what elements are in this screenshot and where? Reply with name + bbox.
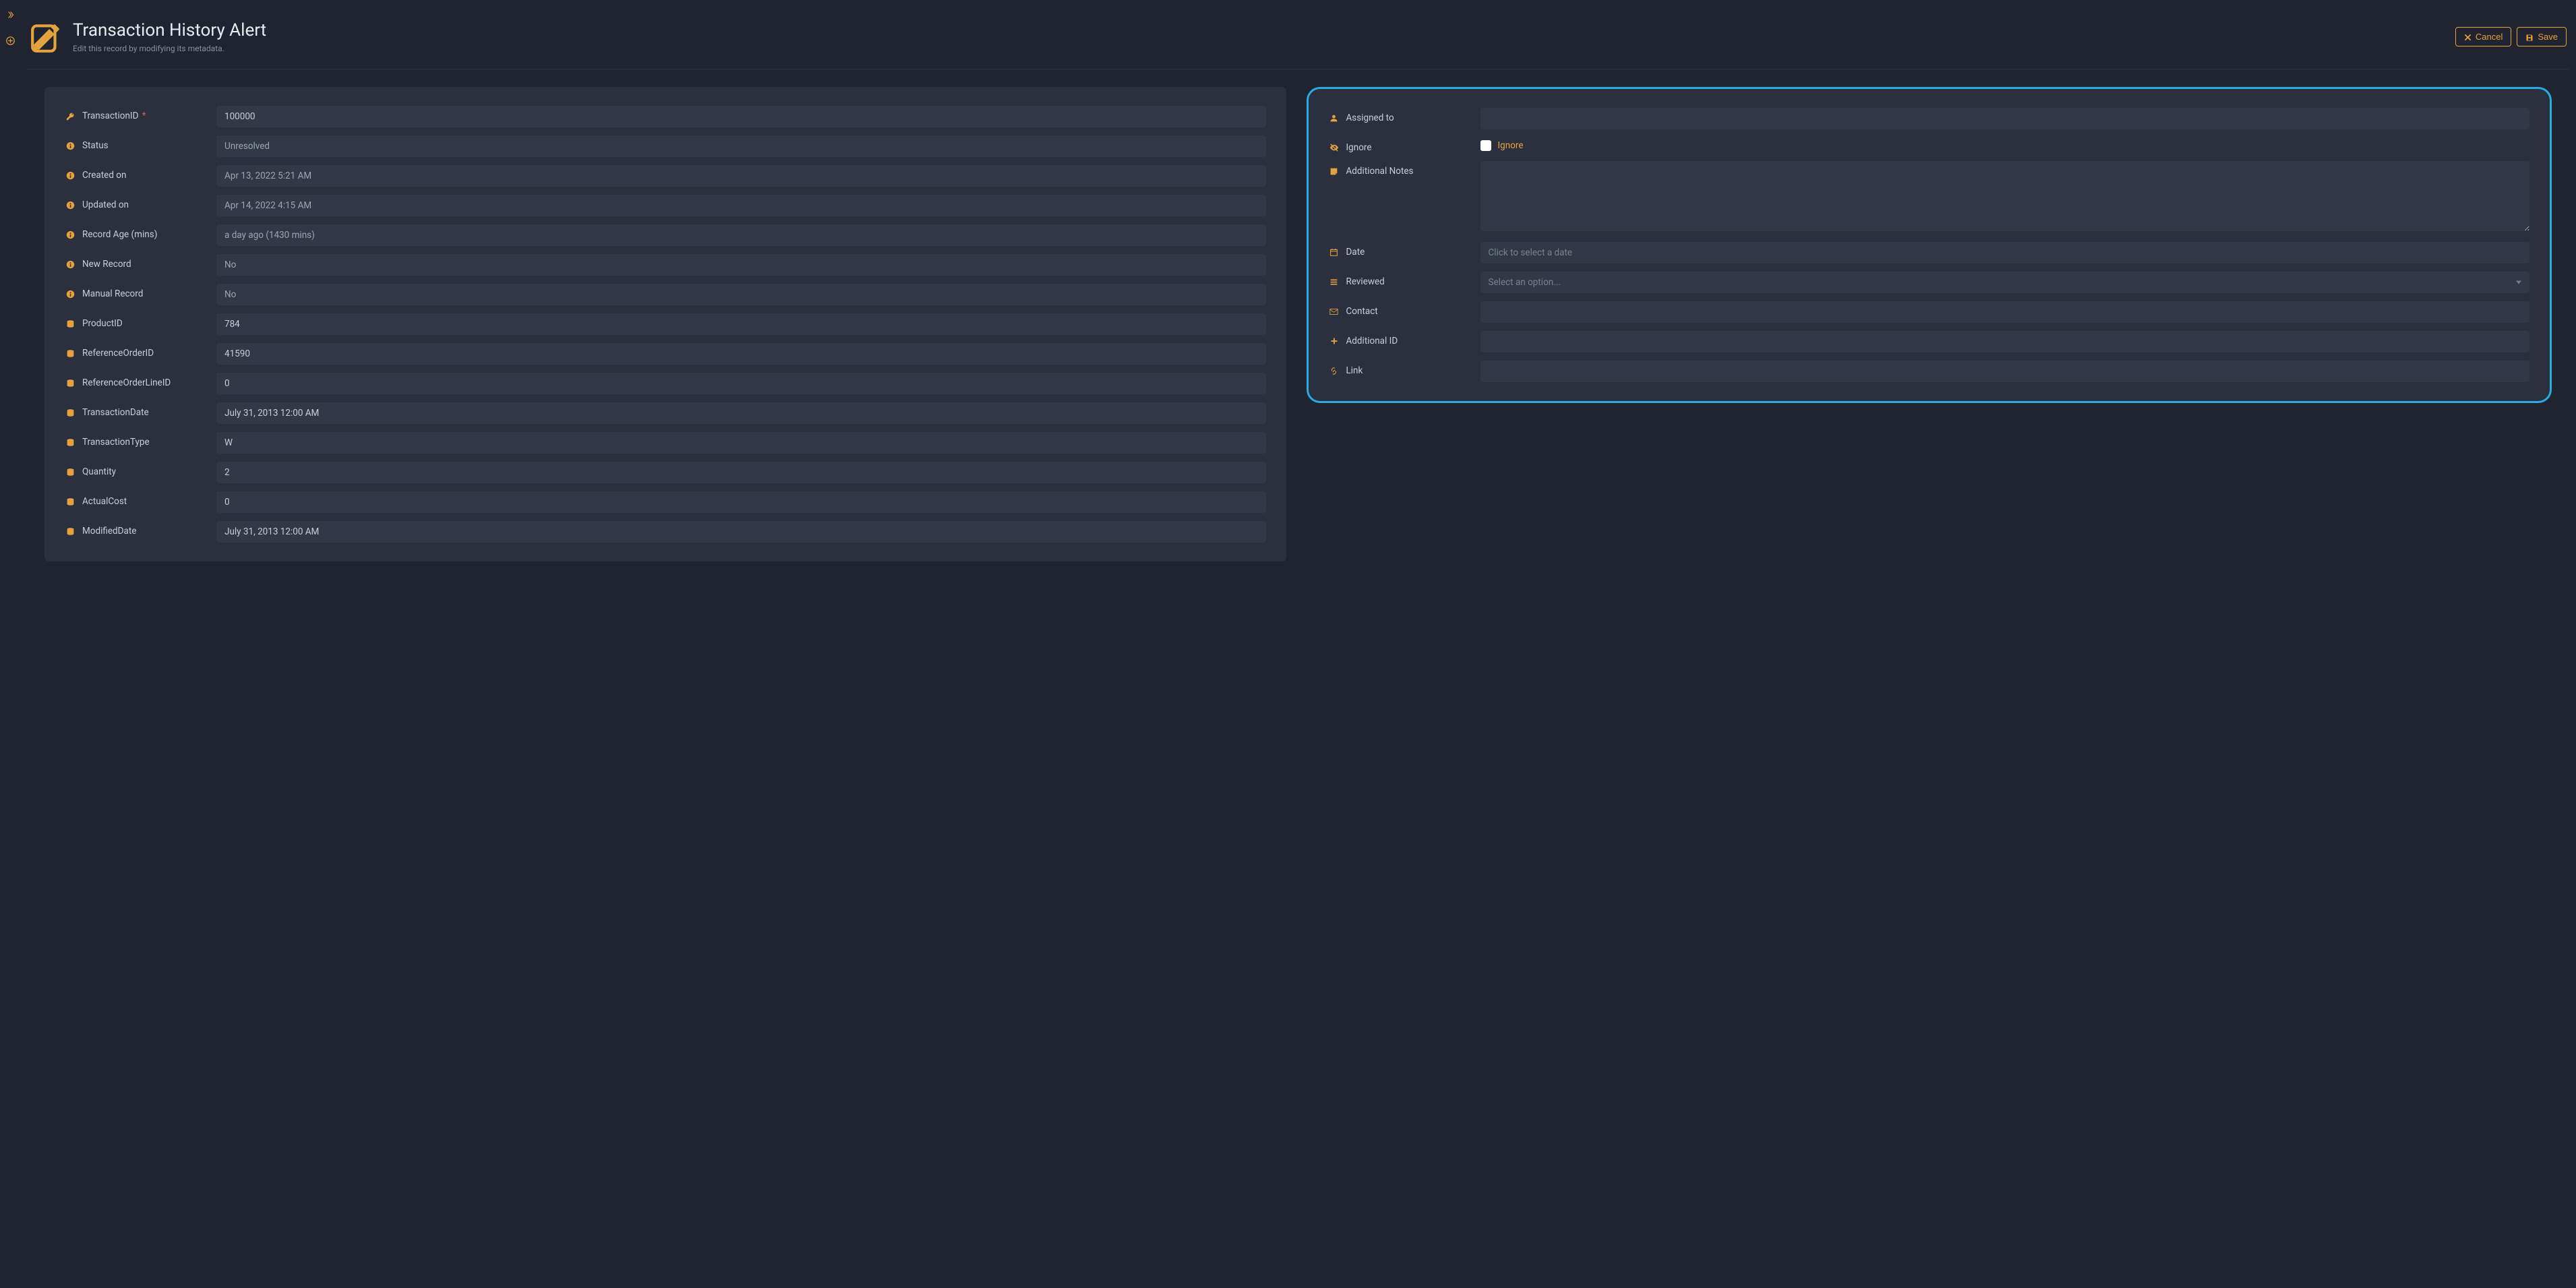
field-label: Created on	[82, 170, 126, 181]
info-icon	[65, 141, 76, 151]
db-icon	[65, 467, 76, 477]
left-panel: TransactionID * Status Created on Updated o…	[44, 87, 1286, 561]
db-icon	[65, 526, 76, 536]
user-icon	[1329, 113, 1340, 123]
sidebar-add-icon[interactable]	[6, 36, 15, 46]
reviewed-select[interactable]: Select an option...	[1480, 272, 2530, 293]
field-label: ActualCost	[82, 496, 127, 507]
db-icon	[65, 408, 76, 418]
eye-slash-icon	[1329, 143, 1340, 153]
info-icon	[65, 171, 76, 181]
link-label: Link	[1346, 365, 1363, 376]
date-input[interactable]	[1480, 242, 2530, 264]
sidebar-expand-icon[interactable]	[6, 9, 14, 20]
field-label: Record Age (mins)	[82, 229, 157, 240]
ignore-label: Ignore	[1346, 142, 1372, 153]
transactiontype-input[interactable]	[216, 432, 1266, 454]
field-label: Updated on	[82, 200, 129, 210]
transactiondate-input[interactable]	[216, 402, 1266, 424]
page-subtitle: Edit this record by modifying its metada…	[73, 44, 266, 53]
field-label: New Record	[82, 259, 131, 270]
referenceorderlineid-input[interactable]	[216, 373, 1266, 394]
mail-icon	[1329, 307, 1340, 317]
save-button[interactable]: Save	[2517, 27, 2567, 47]
field-label: ReferenceOrderID	[82, 348, 154, 359]
db-icon	[65, 437, 76, 448]
transactionid-input[interactable]	[216, 106, 1266, 127]
notes-label: Additional Notes	[1346, 166, 1414, 177]
ignore-checkbox[interactable]	[1480, 140, 1491, 151]
field-label: Quantity	[82, 466, 116, 477]
db-icon	[65, 319, 76, 329]
db-icon	[65, 378, 76, 388]
productid-input[interactable]	[216, 313, 1266, 335]
page-header: Transaction History Alert Edit this reco…	[27, 20, 2569, 69]
right-panel: Assigned to Ignore Ignore	[1307, 87, 2552, 403]
list-icon	[1329, 277, 1340, 287]
actualcost-input[interactable]	[216, 491, 1266, 513]
info-icon	[65, 230, 76, 240]
close-icon	[2464, 32, 2472, 42]
field-label: TransactionID *	[82, 111, 146, 121]
new-record-input	[216, 254, 1266, 276]
cancel-button[interactable]: Cancel	[2455, 27, 2511, 47]
db-icon	[65, 497, 76, 507]
assigned-to-input[interactable]	[1480, 108, 2530, 129]
db-icon	[65, 348, 76, 359]
field-label: ProductID	[82, 318, 123, 329]
contact-input[interactable]	[1480, 301, 2530, 323]
field-label: Manual Record	[82, 288, 143, 299]
quantity-input[interactable]	[216, 462, 1266, 483]
sidebar	[0, 0, 20, 1288]
calendar-icon	[1329, 247, 1340, 257]
created-on-input	[216, 165, 1266, 187]
modifieddate-input[interactable]	[216, 521, 1266, 543]
plus-icon	[1329, 336, 1340, 346]
contact-label: Contact	[1346, 306, 1378, 317]
assigned-to-label: Assigned to	[1346, 113, 1394, 123]
page-title: Transaction History Alert	[73, 20, 266, 41]
status-input	[216, 135, 1266, 157]
referenceorderid-input[interactable]	[216, 343, 1266, 365]
field-label: TransactionType	[82, 437, 150, 448]
link-icon	[1329, 366, 1340, 376]
record-age-mins--input	[216, 224, 1266, 246]
save-icon	[2525, 32, 2534, 42]
field-label: ModifiedDate	[82, 526, 136, 536]
field-label: Status	[82, 140, 109, 151]
updated-on-input	[216, 195, 1266, 216]
additional-id-input[interactable]	[1480, 331, 2530, 352]
edit-page-icon	[30, 20, 63, 57]
info-icon	[65, 259, 76, 270]
note-icon	[1329, 166, 1340, 177]
date-label: Date	[1346, 247, 1365, 257]
info-icon	[65, 289, 76, 299]
field-label: TransactionDate	[82, 407, 149, 418]
key-icon	[65, 111, 76, 121]
manual-record-input	[216, 284, 1266, 305]
info-icon	[65, 200, 76, 210]
notes-textarea[interactable]	[1480, 161, 2530, 231]
field-label: ReferenceOrderLineID	[82, 377, 171, 388]
ignore-checkbox-label: Ignore	[1498, 140, 1524, 151]
link-input[interactable]	[1480, 361, 2530, 382]
reviewed-label: Reviewed	[1346, 276, 1385, 287]
additional-id-label: Additional ID	[1346, 336, 1398, 346]
